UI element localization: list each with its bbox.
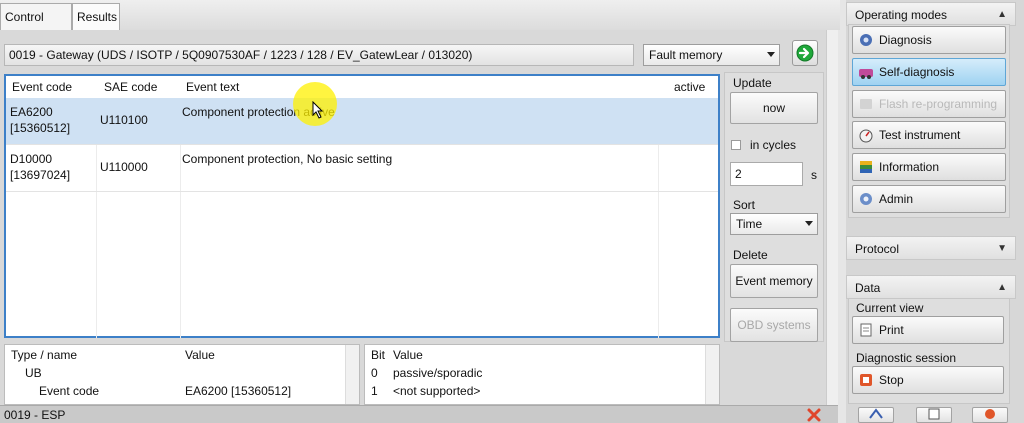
stop-label: Stop — [879, 373, 904, 387]
flash-reprogramming-button[interactable]: Flash re-programming — [852, 90, 1006, 118]
operating-modes-header[interactable]: Operating modes ▲ — [846, 2, 1016, 26]
stop-button[interactable]: Stop — [852, 366, 1004, 394]
mouse-pointer-icon — [312, 101, 324, 119]
toolbar-button[interactable] — [858, 407, 894, 423]
detail-row-name: Event code — [39, 384, 100, 398]
cycle-unit-label: s — [811, 168, 817, 182]
col-header-value: Value — [185, 348, 215, 362]
detail-panel-left: Type / name Value UB Event code EA6200 [… — [4, 344, 360, 405]
test-instrument-button[interactable]: Test instrument — [852, 121, 1006, 149]
test-instrument-label: Test instrument — [879, 128, 961, 142]
diagnosis-label: Diagnosis — [879, 33, 932, 47]
event-text-cell: Component protection, No basic setting — [182, 152, 393, 166]
event-code-id: [13697024] — [10, 168, 71, 182]
event-code-id: [15360512] — [10, 121, 71, 135]
col-header-event-code[interactable]: Event code — [8, 76, 72, 98]
event-code-cell: D10000 [13697024] — [10, 151, 70, 183]
status-bar: 0019 - ESP — [0, 405, 838, 423]
chevron-down-icon: ▼ — [997, 243, 1007, 254]
document-icon — [928, 408, 940, 420]
in-cycles-label: in cycles — [750, 138, 797, 152]
tab-control-units[interactable]: Control units — [0, 3, 72, 51]
table-row[interactable]: D10000 [13697024] U110000 Component prot… — [6, 145, 718, 192]
scrollbar[interactable] — [345, 345, 359, 404]
detail-row-name: UB — [25, 366, 42, 380]
toolbar-button[interactable] — [972, 407, 1008, 423]
diagnosis-button[interactable]: Diagnosis — [852, 26, 1006, 54]
tab-bar — [0, 0, 840, 30]
stop-icon — [860, 374, 872, 386]
col-header-sae-code[interactable]: SAE code — [100, 76, 157, 98]
col-header-bit: Bit — [371, 348, 386, 362]
next-control-unit-label[interactable]: 0019 - ESP — [4, 408, 65, 422]
gear-icon — [860, 193, 872, 205]
update-group-title: Update — [733, 76, 772, 90]
delete-event-memory-button[interactable]: Event memory — [730, 264, 818, 298]
event-code-cell: EA6200 [15360512] — [10, 104, 70, 136]
close-red-icon[interactable] — [806, 407, 822, 423]
go-button[interactable] — [792, 40, 818, 66]
sort-select-value: Time — [736, 217, 763, 231]
toolbar-button[interactable] — [916, 407, 952, 423]
information-button[interactable]: Information — [852, 153, 1006, 181]
protocol-title: Protocol — [855, 242, 900, 256]
bit-number: 0 — [371, 366, 378, 380]
current-view-label: Current view — [856, 301, 924, 315]
sort-select[interactable]: Time — [730, 213, 818, 235]
close-circle-icon — [985, 409, 995, 419]
bit-value: <not supported> — [393, 384, 481, 398]
bit-number: 1 — [371, 384, 378, 398]
stethoscope-icon — [860, 34, 872, 46]
flash-icon — [860, 99, 872, 109]
diagnostic-session-label: Diagnostic session — [856, 351, 957, 365]
protocol-header[interactable]: Protocol ▼ — [846, 236, 1016, 260]
main-scrollbar[interactable] — [826, 30, 838, 405]
network-icon — [869, 408, 883, 419]
sae-code-cell: U110000 — [100, 160, 148, 174]
admin-button[interactable]: Admin — [852, 185, 1006, 213]
in-cycles-checkbox[interactable] — [731, 140, 741, 150]
car-diagnosis-icon — [859, 69, 873, 79]
chevron-down-icon — [805, 221, 813, 226]
admin-label: Admin — [879, 192, 914, 206]
col-header-type-name: Type / name — [11, 348, 78, 362]
sae-code-cell: U110100 — [100, 113, 148, 127]
scrollbar[interactable] — [705, 345, 719, 404]
event-code: D10000 — [10, 152, 53, 166]
update-now-button[interactable]: now — [730, 92, 818, 124]
delete-obd-systems-button[interactable]: OBD systems — [730, 308, 818, 342]
col-header-bit-value: Value — [393, 348, 423, 362]
flash-reprogramming-label: Flash re-programming — [879, 97, 998, 111]
tab-results[interactable]: Results — [72, 3, 120, 30]
information-label: Information — [879, 160, 940, 174]
event-table: Event code SAE code Event text active EA… — [4, 74, 720, 338]
table-row[interactable]: EA6200 [15360512] U110100 Component prot… — [6, 98, 718, 145]
control-unit-path: 0019 - Gateway (UDS / ISOTP / 5Q0907530A… — [4, 44, 634, 66]
print-button[interactable]: Print — [852, 316, 1004, 344]
bit-value: passive/sporadic — [393, 366, 483, 380]
sort-group-title: Sort — [733, 198, 756, 212]
delete-group-title: Delete — [733, 248, 768, 262]
event-code: EA6200 — [10, 105, 53, 119]
operating-modes-title: Operating modes — [855, 8, 948, 22]
self-diagnosis-button[interactable]: Self-diagnosis — [852, 58, 1006, 86]
detail-row-value: EA6200 [15360512] — [185, 384, 292, 398]
gauge-icon — [859, 129, 873, 143]
chevron-up-icon: ▲ — [997, 282, 1007, 293]
data-title: Data — [855, 281, 881, 295]
print-icon — [860, 323, 872, 337]
self-diagnosis-label: Self-diagnosis — [879, 65, 955, 79]
mode-select-value: Fault memory — [649, 48, 723, 62]
chevron-down-icon — [767, 52, 775, 57]
mode-select[interactable]: Fault memory — [643, 44, 780, 66]
detail-panel-right: Bit Value 0 passive/sporadic 1 <not supp… — [364, 344, 720, 405]
arrow-right-icon — [796, 44, 814, 62]
cycle-interval-input[interactable]: 2 — [730, 162, 803, 186]
print-label: Print — [879, 323, 904, 337]
col-header-active[interactable]: active — [670, 76, 705, 98]
books-icon — [860, 161, 872, 173]
data-header[interactable]: Data ▲ — [846, 275, 1016, 299]
col-header-event-text[interactable]: Event text — [182, 76, 239, 98]
